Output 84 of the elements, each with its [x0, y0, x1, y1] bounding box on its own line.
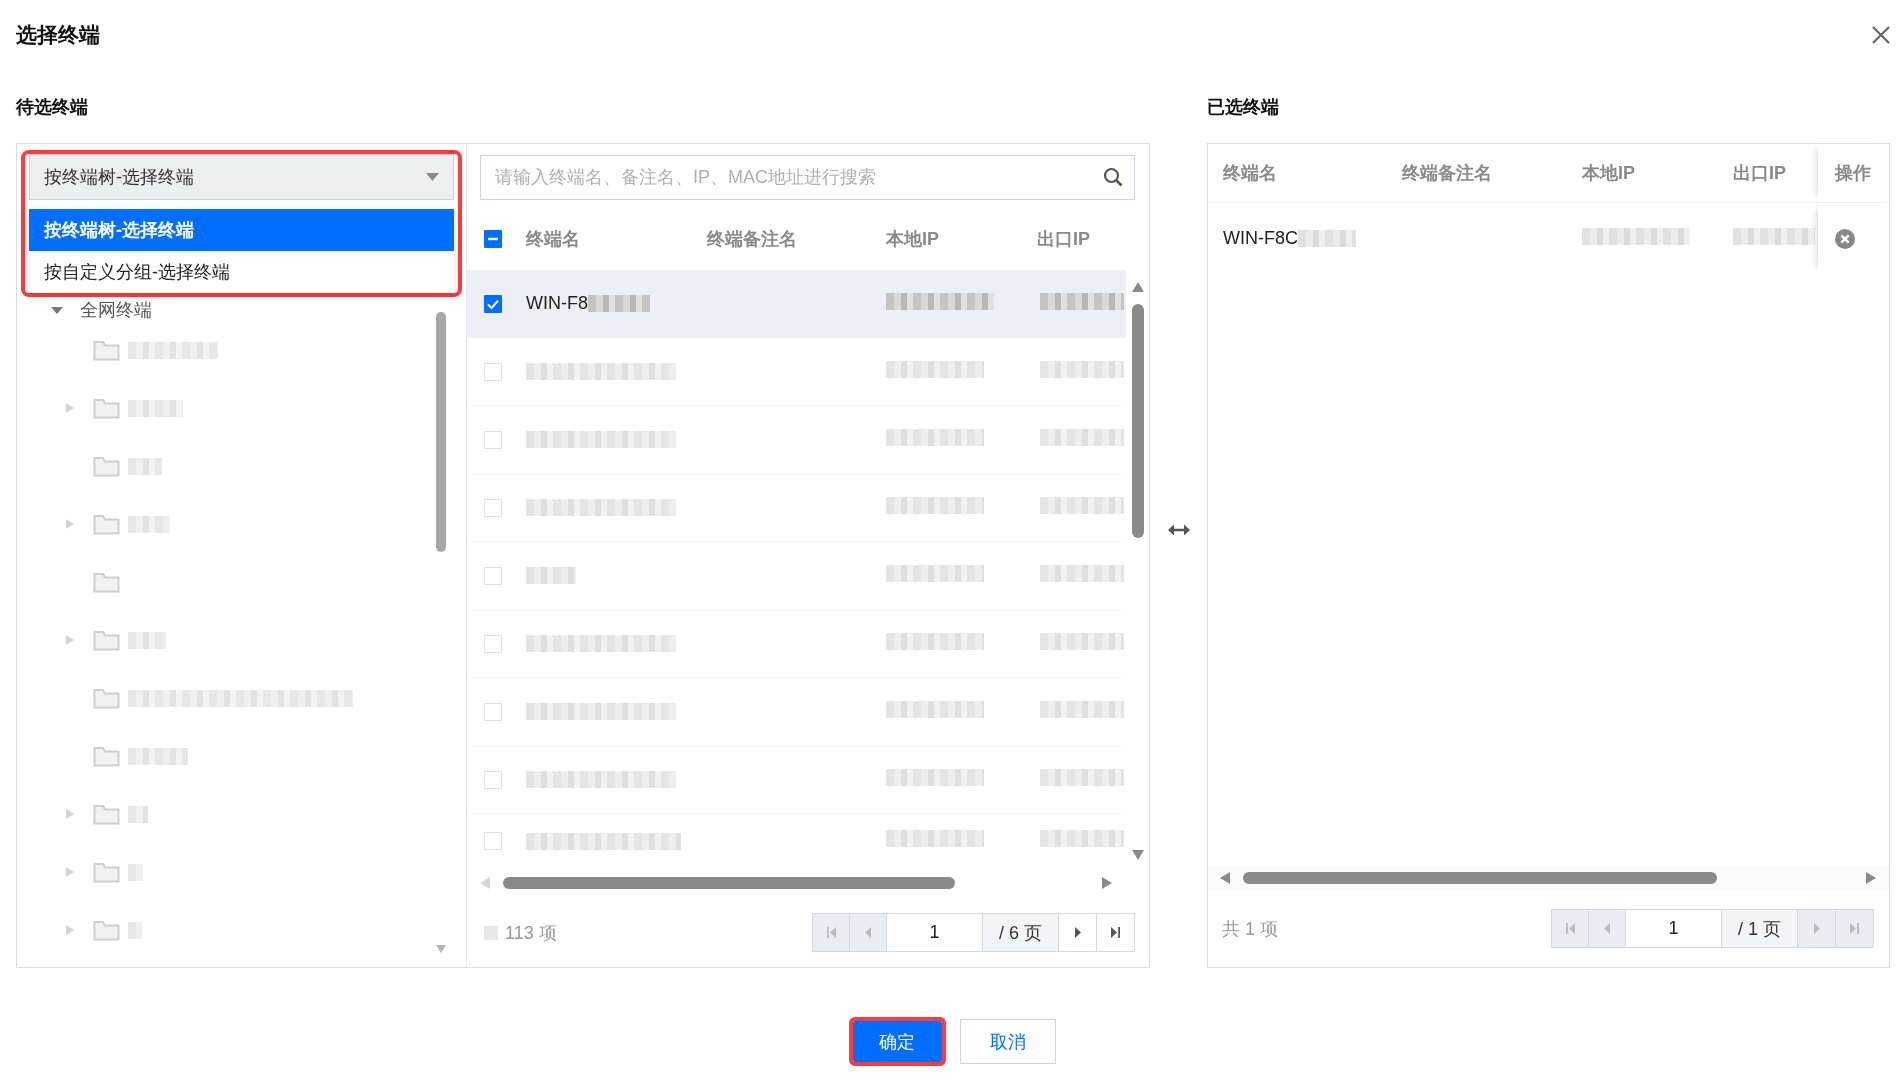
page-total: / 6 页 [982, 914, 1058, 951]
next-page-icon [1074, 927, 1081, 938]
select-all-checkbox[interactable] [484, 230, 502, 248]
item-count: 113 项 [505, 921, 557, 945]
first-page-icon [1565, 923, 1575, 934]
dialog-title: 选择终端 [16, 22, 100, 48]
scroll-right-icon[interactable] [1102, 877, 1112, 889]
column-header: 终端名 [526, 228, 581, 251]
folder-icon [93, 397, 120, 419]
row-checkbox[interactable] [484, 430, 502, 449]
last-page-icon [1850, 923, 1859, 934]
redacted-text [128, 457, 162, 475]
redacted-text [128, 515, 170, 533]
scroll-down-icon[interactable] [436, 945, 446, 953]
row-checkbox[interactable] [484, 832, 502, 850]
scroll-up-icon[interactable] [1131, 282, 1144, 292]
cancel-button[interactable]: 取消 [959, 1019, 1056, 1064]
caret-icon [426, 173, 439, 181]
next-page-icon [1813, 923, 1820, 934]
caret-icon[interactable] [51, 304, 63, 316]
redacted-text [588, 295, 650, 312]
folder-icon [93, 919, 120, 941]
first-page-icon [826, 927, 836, 938]
row-checkbox[interactable] [484, 294, 502, 313]
column-header: 出口IP [1733, 162, 1787, 185]
expand-toggle-icon[interactable] [66, 403, 74, 413]
expand-toggle-icon[interactable] [66, 925, 74, 935]
confirm-button[interactable]: 确定 [848, 1017, 946, 1066]
search-field[interactable]: 请输入终端名、备注名、IP、MAC地址进行搜索 [480, 155, 1135, 200]
scrollbar-thumb[interactable] [1131, 304, 1144, 538]
row-checkbox[interactable] [484, 566, 502, 585]
section-label: 待选终端 [16, 96, 89, 119]
table-row[interactable]: WIN-F8 [467, 270, 1126, 338]
column-header: 操作 [1818, 144, 1889, 202]
redacted-text [128, 863, 143, 881]
folder-icon [93, 513, 120, 535]
column-header: 出口IP [1037, 228, 1091, 251]
dropdown-option[interactable]: 按自定义分组-选择终端 [29, 251, 454, 293]
folder-icon [93, 803, 120, 825]
last-page-icon [1111, 927, 1120, 938]
scroll-right-icon[interactable] [1866, 872, 1876, 884]
redacted-text [1298, 230, 1356, 247]
redacted-text [128, 631, 166, 649]
remove-icon[interactable] [1835, 228, 1855, 249]
scrollbar-thumb[interactable] [1243, 872, 1717, 884]
expand-toggle-icon[interactable] [66, 867, 74, 877]
expand-toggle-icon[interactable] [66, 809, 74, 819]
table-cell: WIN-F8 [526, 293, 588, 314]
row-checkbox[interactable] [484, 498, 502, 517]
redacted-text [128, 921, 142, 939]
previous-page-icon [865, 927, 871, 938]
redacted-text [526, 567, 576, 584]
scroll-left-icon[interactable] [1220, 872, 1230, 884]
scroll-down-icon[interactable] [1131, 850, 1144, 860]
expand-toggle-icon[interactable] [66, 635, 74, 645]
redacted-text [128, 805, 148, 823]
redacted-text [128, 747, 188, 765]
column-header: 本地IP [886, 228, 940, 251]
folder-icon [93, 629, 120, 651]
expand-toggle-icon[interactable] [66, 519, 74, 529]
scroll-left-icon[interactable] [480, 877, 490, 889]
page-total: / 1 页 [1721, 910, 1797, 947]
close-icon[interactable] [1871, 25, 1891, 45]
folder-icon [93, 861, 120, 883]
redacted-text [128, 399, 183, 417]
row-checkbox[interactable] [484, 362, 502, 381]
dropdown-option[interactable]: 按终端树-选择终端 [29, 209, 454, 251]
previous-page-icon [1604, 923, 1610, 934]
tree-node[interactable]: 全网终端 [80, 298, 152, 322]
row-checkbox[interactable] [484, 634, 502, 653]
column-header: 终端备注名 [1402, 162, 1493, 185]
scrollbar-thumb[interactable] [503, 877, 955, 889]
table-cell: WIN-F8C [1223, 228, 1298, 249]
column-header: 终端备注名 [707, 228, 798, 251]
item-count: 共 1 项 [1222, 917, 1278, 941]
scrollbar-thumb[interactable] [436, 312, 446, 552]
double-arrow-icon [1167, 524, 1190, 536]
section-label: 已选终端 [1207, 96, 1280, 119]
row-checkbox[interactable] [484, 770, 502, 789]
row-checkbox[interactable] [484, 702, 502, 721]
search-icon[interactable] [1103, 167, 1123, 187]
group-select[interactable]: 按终端树-选择终端 [29, 154, 454, 200]
column-header: 本地IP [1582, 162, 1636, 185]
column-header: 终端名 [1223, 162, 1278, 185]
